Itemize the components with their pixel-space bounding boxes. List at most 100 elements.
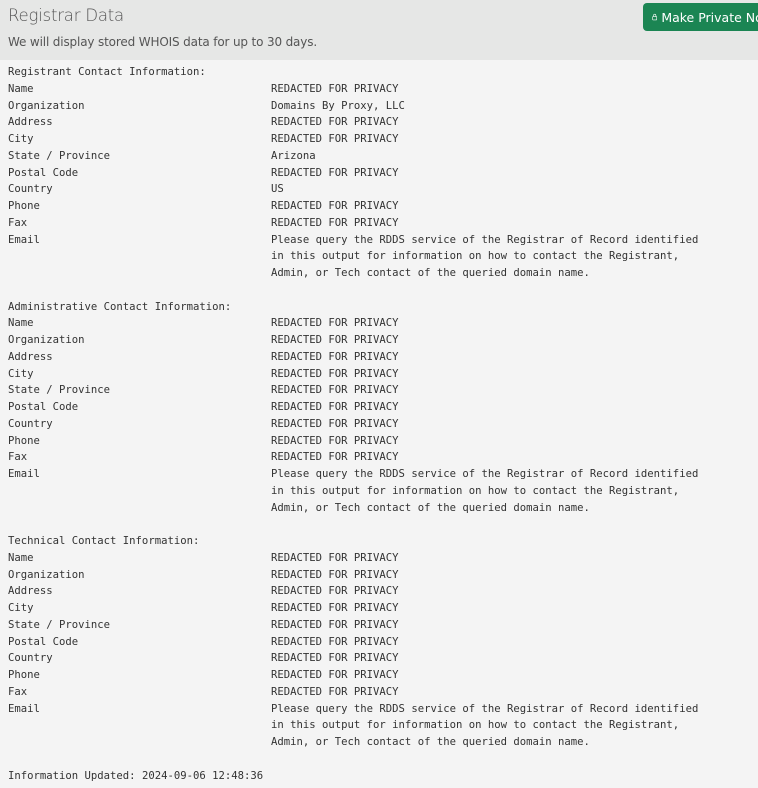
section-heading: Technical Contact Information: (8, 535, 200, 547)
field-label: City (8, 133, 34, 145)
field-row: Address REDACTED FOR PRIVACY (8, 349, 698, 366)
updated-label: Information Updated: (8, 769, 136, 782)
information-updated: Information Updated: 2024-09-06 12:48:36 (8, 768, 698, 785)
field-row: Address REDACTED FOR PRIVACY (8, 114, 698, 131)
page-subtitle: We will display stored WHOIS data for up… (8, 35, 317, 49)
field-value: Admin, or Tech contact of the queried do… (271, 501, 590, 514)
field-label: Address (8, 350, 53, 363)
field-label: State / Province (8, 149, 111, 162)
field-value: REDACTED FOR PRIVACY (271, 618, 399, 631)
registrar-data-header: Registrar Data We will display stored WH… (0, 0, 758, 60)
field-row: Name REDACTED FOR PRIVACY (8, 550, 698, 567)
whois-record: Registrant Contact Information: Name REDAC… (8, 64, 698, 784)
field-value: REDACTED FOR PRIVACY (271, 216, 399, 229)
field-row: Admin, or Tech contact of the queried do… (8, 734, 698, 751)
field-row: Organization REDACTED FOR PRIVACY (8, 332, 698, 349)
field-value: in this output for information on how to… (271, 484, 680, 497)
field-label: Phone (8, 669, 40, 681)
field-row: Postal Code REDACTED FOR PRIVACY (8, 399, 698, 416)
field-row: Postal Code REDACTED FOR PRIVACY (8, 165, 698, 182)
field-row: Fax REDACTED FOR PRIVACY (8, 449, 698, 466)
field-row: Country REDACTED FOR PRIVACY (8, 416, 698, 433)
field-label: Phone (8, 434, 40, 447)
field-label (8, 734, 271, 751)
field-label: Fax (8, 216, 28, 229)
field-row: State / Province Arizona (8, 148, 698, 165)
make-private-button[interactable]: Make Private Now (643, 3, 758, 31)
page-title: Registrar Data (8, 6, 124, 25)
field-value: REDACTED FOR PRIVACY (271, 652, 399, 665)
field-row: in this output for information on how to… (8, 248, 698, 265)
field-label: Name (8, 82, 34, 95)
field-value: REDACTED FOR PRIVACY (271, 685, 399, 698)
field-row: State / Province REDACTED FOR PRIVACY (8, 382, 698, 399)
contact-section: Administrative Contact Information: Name R… (8, 299, 698, 517)
contact-section: Registrant Contact Information: Name REDAC… (8, 64, 698, 282)
field-row: in this output for information on how to… (8, 717, 698, 734)
field-label: Phone (8, 200, 40, 212)
field-value: REDACTED FOR PRIVACY (271, 602, 399, 614)
field-row: Organization Domains By Proxy, LLC (8, 98, 698, 115)
field-row: Name REDACTED FOR PRIVACY (8, 81, 698, 98)
field-value: REDACTED FOR PRIVACY (271, 200, 399, 212)
field-row: City REDACTED FOR PRIVACY (8, 131, 698, 148)
field-value: REDACTED FOR PRIVACY (271, 401, 399, 413)
field-value: Please query the RDDS service of the Reg… (271, 233, 699, 246)
field-label: City (8, 367, 34, 380)
lock-icon (652, 13, 658, 21)
field-row: Organization REDACTED FOR PRIVACY (8, 567, 698, 584)
field-label: Address (8, 116, 53, 129)
field-row: Admin, or Tech contact of the queried do… (8, 500, 698, 517)
field-label: Organization (8, 568, 85, 581)
field-label (8, 500, 271, 517)
field-label (8, 483, 271, 500)
field-label: Organization (8, 334, 85, 346)
field-value: REDACTED FOR PRIVACY (271, 334, 399, 346)
field-value: REDACTED FOR PRIVACY (271, 568, 399, 581)
field-label: Postal Code (8, 166, 79, 179)
section-heading: Administrative Contact Information: (8, 300, 232, 313)
field-value: REDACTED FOR PRIVACY (271, 635, 399, 648)
field-row: Name REDACTED FOR PRIVACY (8, 315, 698, 332)
field-value: in this output for information on how to… (271, 250, 680, 263)
field-value: REDACTED FOR PRIVACY (271, 82, 399, 95)
field-label (8, 265, 271, 282)
field-row: Phone REDACTED FOR PRIVACY (8, 433, 698, 450)
field-value: REDACTED FOR PRIVACY (271, 133, 399, 145)
updated-timestamp: 2024-09-06 12:48:36 (141, 769, 264, 782)
field-row: Phone REDACTED FOR PRIVACY (8, 198, 698, 215)
field-value: Arizona (271, 149, 316, 162)
field-label: Organization (8, 99, 85, 112)
field-value: REDACTED FOR PRIVACY (271, 350, 399, 363)
field-label: State / Province (8, 618, 111, 631)
field-value: REDACTED FOR PRIVACY (271, 417, 399, 430)
field-label: Fax (8, 685, 28, 698)
field-value: Please query the RDDS service of the Reg… (271, 468, 699, 480)
field-row: Phone REDACTED FOR PRIVACY (8, 667, 698, 684)
field-value: REDACTED FOR PRIVACY (271, 317, 399, 330)
field-label (8, 248, 271, 265)
field-row: Email Please query the RDDS service of th… (8, 232, 698, 249)
field-row: State / Province REDACTED FOR PRIVACY (8, 617, 698, 634)
field-value: in this output for information on how to… (271, 719, 680, 732)
field-row: in this output for information on how to… (8, 483, 698, 500)
field-value: REDACTED FOR PRIVACY (271, 551, 399, 564)
field-value: Domains By Proxy, LLC (271, 99, 405, 112)
field-label: State / Province (8, 384, 111, 397)
field-value: REDACTED FOR PRIVACY (271, 585, 399, 598)
field-label: Postal Code (8, 401, 79, 413)
field-row: Address REDACTED FOR PRIVACY (8, 583, 698, 600)
field-label: Email (8, 702, 40, 715)
field-label: Address (8, 585, 53, 598)
field-row: Email Please query the RDDS service of th… (8, 466, 698, 483)
field-value: REDACTED FOR PRIVACY (271, 451, 399, 464)
field-label: Country (8, 652, 53, 665)
field-label: Postal Code (8, 635, 79, 648)
field-label: Country (8, 417, 53, 430)
field-value: Please query the RDDS service of the Reg… (271, 702, 699, 715)
field-value: REDACTED FOR PRIVACY (271, 669, 399, 681)
field-value: Admin, or Tech contact of the queried do… (271, 736, 590, 748)
field-label: City (8, 602, 34, 614)
